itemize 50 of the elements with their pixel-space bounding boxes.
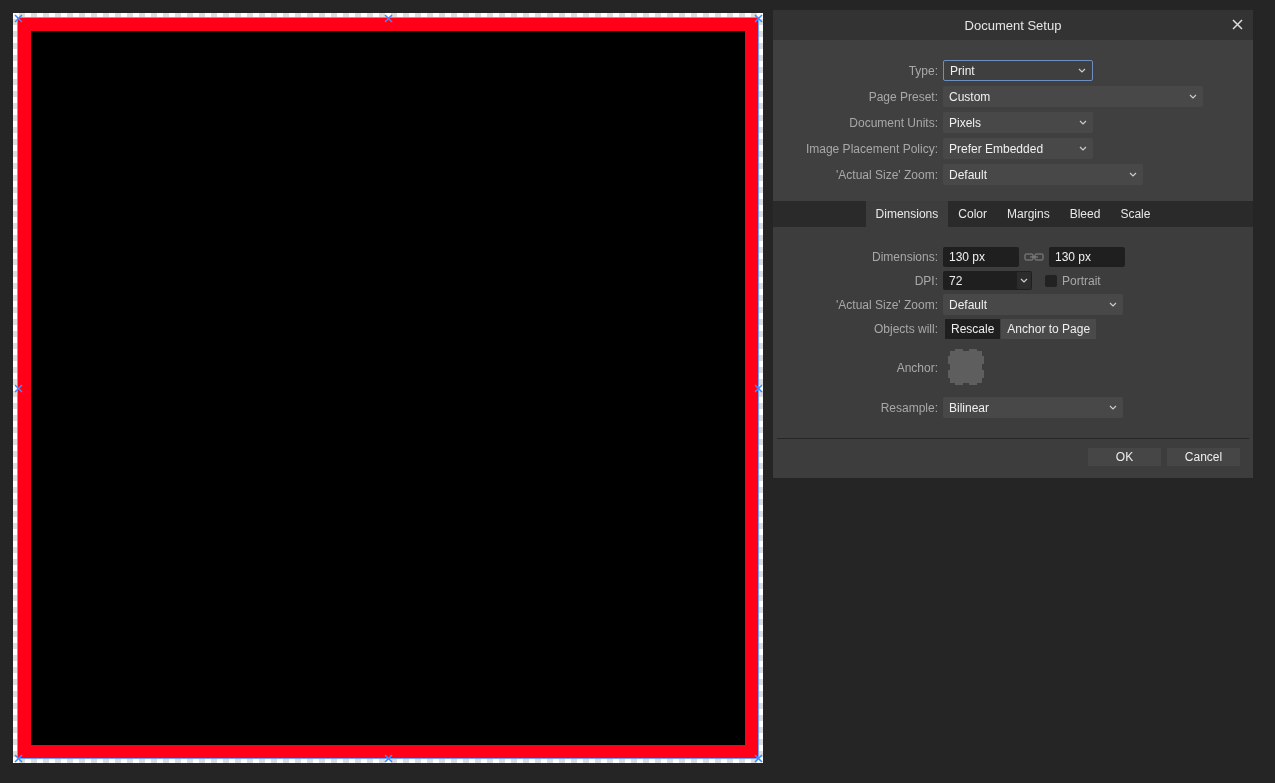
checkbox-label: Portrait	[1062, 273, 1101, 288]
dropdown[interactable]: Custom	[943, 86, 1203, 107]
chevron-icon	[1109, 302, 1117, 307]
field-label: Dimensions:	[870, 250, 938, 264]
tab[interactable]: Color	[948, 201, 997, 227]
dropdown[interactable]: Default	[943, 164, 1143, 185]
segment-button[interactable]: Rescale	[945, 319, 1001, 339]
dropdown[interactable]: Print	[943, 60, 1093, 81]
handle-icon[interactable]	[14, 754, 23, 763]
height-field[interactable]: 130 px	[1049, 247, 1125, 267]
field-label: Document Units:	[848, 115, 938, 130]
segment-button[interactable]: Anchor to Page	[1001, 319, 1097, 339]
dialog-title: Document Setup	[964, 17, 1062, 33]
field-label: Resample:	[879, 400, 938, 415]
field-label: Image Placement Policy:	[804, 141, 938, 156]
chevron-icon	[1078, 68, 1086, 73]
field-label: 'Actual Size' Zoom:	[835, 297, 938, 312]
close-icon[interactable]	[1232, 19, 1243, 30]
chevron-icon	[1079, 146, 1087, 151]
field-label: DPI:	[913, 273, 938, 288]
field-label: Objects will:	[873, 322, 938, 336]
tab[interactable]: Scale	[1110, 201, 1161, 227]
tab[interactable]: Bleed	[1059, 201, 1111, 227]
chevron-icon	[1129, 172, 1137, 177]
handle-icon[interactable]	[14, 14, 23, 23]
width-field[interactable]: 130 px	[943, 247, 1019, 267]
dropdown[interactable]: Default	[943, 294, 1123, 315]
dialog-button[interactable]: Cancel	[1167, 448, 1240, 466]
chevron-icon	[1109, 405, 1117, 410]
field-label: Page Preset:	[867, 89, 938, 104]
dropdown[interactable]: Pixels	[943, 112, 1093, 133]
tab[interactable]: Margins	[997, 201, 1060, 227]
chevron-icon	[1189, 94, 1197, 99]
field-label: Type:	[907, 63, 938, 78]
handle-icon[interactable]	[14, 384, 23, 393]
handle-icon[interactable]	[384, 754, 393, 763]
handle-icon[interactable]	[754, 384, 763, 393]
chevron-icon	[1079, 120, 1087, 125]
dropdown[interactable]: Bilinear	[943, 397, 1123, 418]
handle-icon[interactable]	[384, 14, 393, 23]
dpi-field[interactable]: 72	[943, 271, 1032, 290]
field-label: Anchor:	[895, 361, 938, 375]
tab[interactable]: Dimensions	[865, 201, 949, 227]
handle-icon[interactable]	[754, 14, 763, 23]
handle-icon[interactable]	[754, 754, 763, 763]
dialog-button[interactable]: OK	[1088, 448, 1161, 466]
checkbox[interactable]	[1045, 274, 1057, 287]
dropdown[interactable]: Prefer Embedded	[943, 138, 1093, 159]
chevron-icon	[1020, 278, 1028, 283]
field-label: 'Actual Size' Zoom:	[835, 167, 938, 182]
